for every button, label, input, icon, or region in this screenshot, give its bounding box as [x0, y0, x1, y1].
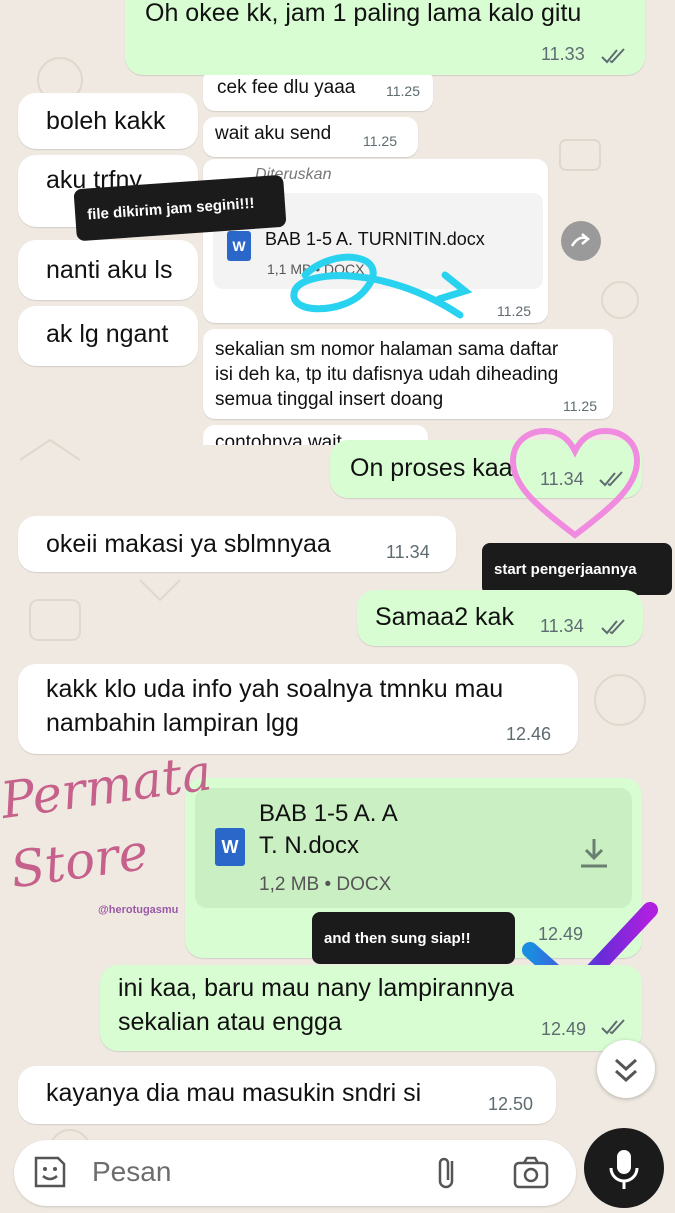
message-text: kayanya dia mau masukin sndri si — [46, 1079, 422, 1107]
message-time: 11.34 — [386, 542, 430, 562]
download-icon[interactable] — [577, 836, 611, 870]
forward-icon — [570, 233, 590, 247]
message-outgoing[interactable]: Oh okee kk, jam 1 paling lama kalo gitu … — [125, 0, 645, 75]
message-text: kakk klo uda info yah soalnya tmnku mau … — [46, 675, 504, 737]
mic-button[interactable] — [584, 1128, 664, 1208]
message-incoming[interactable]: kayanya dia mau masukin sndri si 12.50 — [18, 1066, 556, 1124]
message-time: 12.49 — [541, 1019, 587, 1039]
message-text: boleh kakk — [46, 107, 166, 135]
sticker-note: start pengerjaannya — [482, 543, 672, 595]
message-text: ak lg ngant — [46, 320, 169, 348]
message-input[interactable]: Pesan — [92, 1156, 171, 1188]
message-text: On proses kaa — [350, 454, 513, 482]
message-time: 12.46 — [506, 724, 552, 744]
message-incoming[interactable]: kakk klo uda info yah soalnya tmnku mau … — [18, 664, 578, 754]
message-text: okeii makasi ya sblmnyaa — [46, 530, 331, 558]
file-card[interactable]: W BAB 1-5 A. A T. N.docx 1,2 MB • DOCX — [195, 788, 632, 908]
message-time: 11.34 — [540, 616, 584, 636]
chevron-double-down-icon — [614, 1058, 638, 1083]
watermark-handle: @herotugasmu — [98, 904, 179, 916]
message-text: sekalian sm nomor halaman sama daftar is… — [215, 339, 559, 410]
highlight-arrow-icon — [290, 253, 473, 319]
word-doc-icon: W — [227, 231, 251, 261]
message-composer[interactable]: Pesan — [14, 1140, 576, 1206]
forward-button[interactable] — [561, 221, 601, 261]
message-incoming[interactable]: okeii makasi ya sblmnyaa 11.34 — [18, 516, 456, 572]
scroll-to-bottom-button[interactable] — [597, 1040, 655, 1098]
file-info: 1,2 MB • DOCX — [259, 874, 392, 895]
message-text: Oh okee kk, jam 1 paling lama kalo gitu — [145, 0, 582, 27]
message-time: 11.25 — [386, 83, 420, 99]
message-time: 11.25 — [363, 133, 397, 149]
sticker-emoji-icon[interactable] — [30, 1152, 70, 1192]
read-receipt-icon — [601, 48, 625, 64]
message-text: nanti aku ls — [46, 256, 173, 284]
file-name: BAB 1-5 A. A — [259, 800, 398, 827]
message-incoming[interactable]: cek fee dlu yaaa 11.25 — [203, 75, 433, 111]
attachment-icon[interactable] — [432, 1153, 462, 1193]
message-text: contohnya wait — [215, 432, 342, 445]
message-text: wait aku send — [215, 123, 332, 144]
heart-icon — [509, 427, 641, 539]
file-name-line2: T. N.docx — [259, 832, 360, 859]
sticker-note: and then sung siap!! — [312, 912, 515, 964]
microphone-icon — [609, 1150, 639, 1189]
message-incoming[interactable]: wait aku send 11.25 — [203, 117, 418, 157]
message-text: Samaa2 kak — [375, 603, 514, 631]
message-time: 12.50 — [488, 1094, 534, 1114]
read-receipt-icon — [601, 1019, 625, 1035]
message-outgoing[interactable]: ini kaa, baru mau nany lampirannya sekal… — [100, 965, 642, 1051]
message-text: ini kaa, baru mau nany lampirannya sekal… — [118, 974, 515, 1036]
message-time: 11.25 — [563, 398, 597, 414]
message-incoming[interactable]: sekalian sm nomor halaman sama daftar is… — [203, 329, 613, 419]
camera-icon[interactable] — [511, 1153, 551, 1193]
message-incoming[interactable]: boleh kakk — [18, 93, 198, 149]
read-receipt-icon — [601, 619, 625, 635]
message-text: cek fee dlu yaaa — [217, 77, 356, 98]
message-time: 11.33 — [541, 44, 585, 64]
message-incoming[interactable]: ak lg ngant — [18, 306, 198, 366]
message-incoming[interactable]: nanti aku ls — [18, 240, 198, 300]
